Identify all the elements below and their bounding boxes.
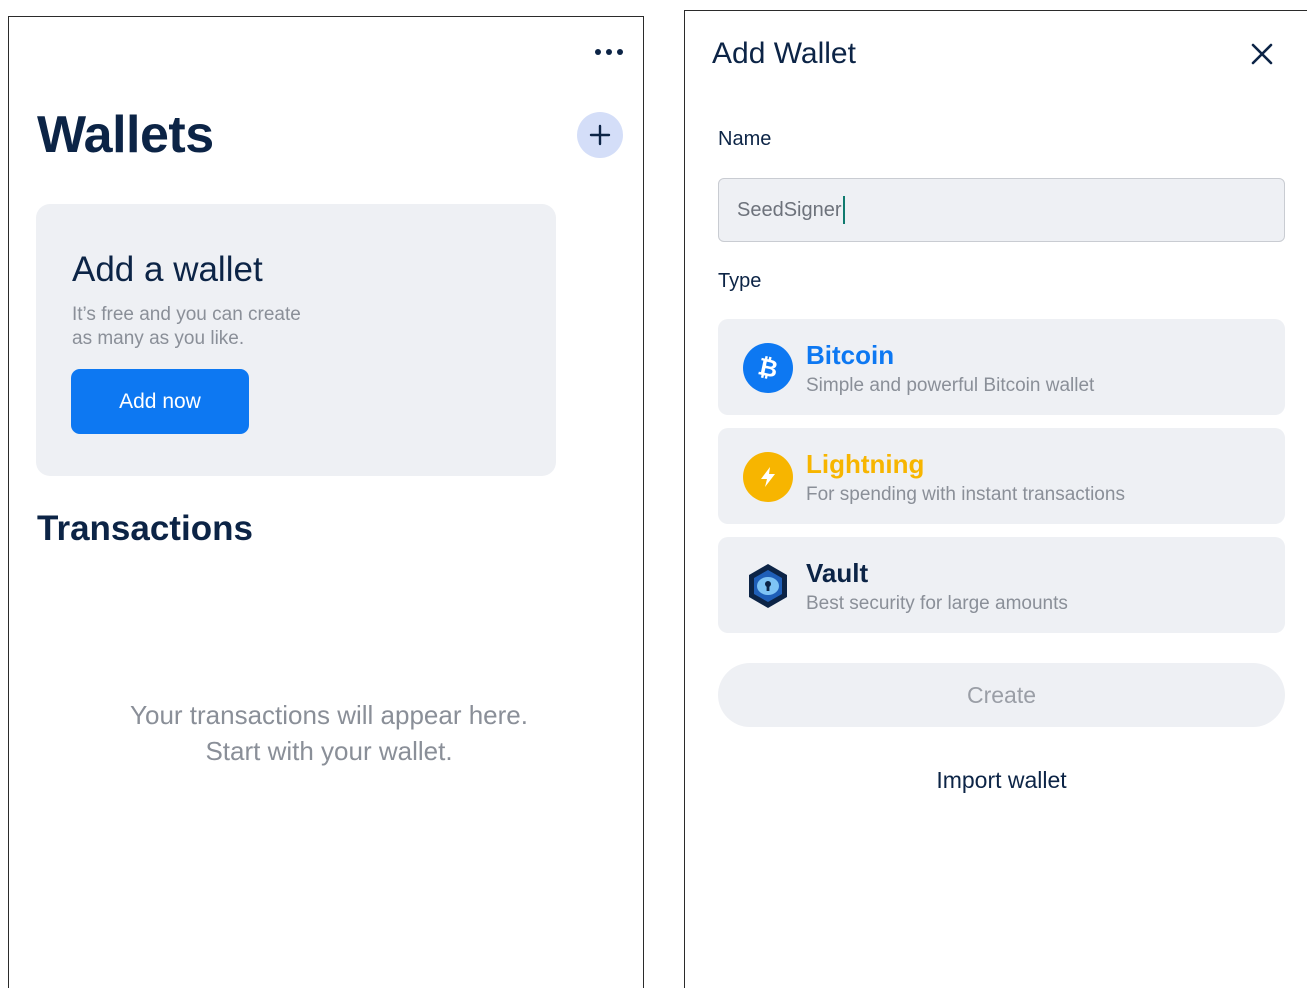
add-wallet-card-title: Add a wallet bbox=[72, 250, 263, 289]
type-description: For spending with instant transactions bbox=[806, 484, 1125, 505]
transactions-empty-message: Your transactions will appear here. Star… bbox=[9, 697, 649, 769]
name-input[interactable]: SeedSigner bbox=[718, 178, 1285, 242]
page-title: Wallets bbox=[37, 106, 214, 164]
type-option-bitcoin[interactable]: ₿ Bitcoin Simple and powerful Bitcoin wa… bbox=[718, 319, 1285, 415]
text-caret bbox=[842, 196, 845, 224]
add-wallet-card: Add a wallet It’s free and you can creat… bbox=[36, 204, 556, 476]
sheet-title: Add Wallet bbox=[712, 37, 856, 70]
type-label: Type bbox=[718, 270, 762, 292]
add-wallet-card-subtitle: It’s free and you can create as many as … bbox=[72, 303, 372, 351]
more-horizontal-icon[interactable] bbox=[593, 45, 625, 59]
type-option-vault[interactable]: Vault Best security for large amounts bbox=[718, 537, 1285, 633]
type-description: Best security for large amounts bbox=[806, 593, 1068, 614]
subtitle-line: as many as you like. bbox=[72, 328, 245, 349]
empty-line: Your transactions will appear here. bbox=[130, 700, 528, 730]
create-button[interactable]: Create bbox=[718, 663, 1285, 727]
type-description: Simple and powerful Bitcoin wallet bbox=[806, 375, 1095, 396]
transactions-heading: Transactions bbox=[37, 509, 253, 548]
close-button[interactable] bbox=[1245, 37, 1279, 71]
close-icon bbox=[1251, 43, 1273, 65]
bitcoin-icon: ₿ bbox=[743, 343, 793, 393]
plus-icon bbox=[589, 124, 611, 146]
lightning-icon bbox=[743, 452, 793, 502]
subtitle-line: It’s free and you can create bbox=[72, 304, 301, 325]
type-name: Bitcoin bbox=[806, 340, 895, 370]
name-label: Name bbox=[718, 128, 772, 150]
type-name: Lightning bbox=[806, 449, 925, 479]
import-wallet-link[interactable]: Import wallet bbox=[718, 767, 1285, 794]
type-option-lightning[interactable]: Lightning For spending with instant tran… bbox=[718, 428, 1285, 524]
vault-icon bbox=[743, 561, 793, 611]
type-name: Vault bbox=[806, 558, 869, 588]
add-wallet-button[interactable] bbox=[577, 112, 623, 158]
empty-line: Start with your wallet. bbox=[205, 736, 453, 766]
add-wallet-sheet: Add Wallet Name SeedSigner Type ₿ Bitcoi… bbox=[684, 10, 1307, 988]
add-now-button[interactable]: Add now bbox=[71, 369, 249, 434]
name-input-value: SeedSigner bbox=[737, 198, 842, 221]
wallets-screen: Wallets Add a wallet It’s free and you c… bbox=[8, 16, 644, 988]
svg-text:₿: ₿ bbox=[756, 353, 781, 383]
